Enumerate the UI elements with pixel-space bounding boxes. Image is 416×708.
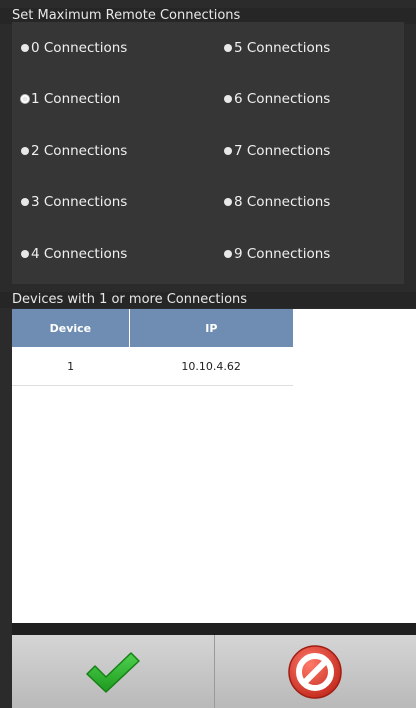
radio-3-connections[interactable]: 3 Connections <box>12 177 212 229</box>
radio-9-connections[interactable]: 9 Connections <box>215 228 415 280</box>
radio-8-connections[interactable]: 8 Connections <box>215 177 415 229</box>
radio-dot-icon <box>224 198 232 207</box>
radio-6-connections[interactable]: 6 Connections <box>215 74 415 126</box>
radio-column-right: 5 Connections 6 Connections 7 Connection… <box>215 22 415 280</box>
radio-label: 8 Connections <box>234 194 331 211</box>
checkmark-icon <box>86 651 140 693</box>
radio-dot-icon <box>21 146 29 155</box>
connections-radio-group: 0 Connections 1 Connection 2 Connections… <box>12 22 404 284</box>
table-header-row: Device IP <box>12 309 293 347</box>
radio-5-connections[interactable]: 5 Connections <box>215 22 415 74</box>
radio-label: 3 Connections <box>31 194 128 211</box>
column-header-device[interactable]: Device <box>12 309 130 347</box>
radio-dot-selected-icon <box>21 95 29 104</box>
radio-dot-icon <box>224 146 232 155</box>
radio-label: 2 Connections <box>31 142 128 159</box>
confirm-button[interactable] <box>12 635 214 708</box>
radio-label: 9 Connections <box>234 245 331 262</box>
ip-cell: 10.10.4.62 <box>129 347 293 386</box>
radio-label: 7 Connections <box>234 142 331 159</box>
devices-table-area: Device IP 1 10.10.4.62 <box>12 309 416 623</box>
radio-label: 5 Connections <box>234 39 331 56</box>
radio-dot-icon <box>224 249 232 258</box>
devices-section-title: Devices with 1 or more Connections <box>0 292 416 308</box>
radio-4-connections[interactable]: 4 Connections <box>12 228 212 280</box>
action-button-bar <box>12 635 416 708</box>
no-entry-icon <box>288 644 342 699</box>
radio-0-connections[interactable]: 0 Connections <box>12 22 212 74</box>
radio-dot-icon <box>224 95 232 104</box>
radio-column-left: 0 Connections 1 Connection 2 Connections… <box>12 22 212 280</box>
device-cell: 1 <box>12 347 130 386</box>
radio-label: 1 Connection <box>31 91 121 108</box>
radio-dot-icon <box>224 43 232 52</box>
radio-dot-icon <box>21 43 29 52</box>
radio-label: 0 Connections <box>31 39 128 56</box>
radio-label: 4 Connections <box>31 245 128 262</box>
radio-1-connection[interactable]: 1 Connection <box>12 74 212 126</box>
column-header-ip[interactable]: IP <box>129 309 293 347</box>
table-row[interactable]: 1 10.10.4.62 <box>12 347 293 386</box>
divider-band <box>12 623 416 635</box>
radio-dot-icon <box>21 249 29 258</box>
radio-label: 6 Connections <box>234 91 331 108</box>
radio-7-connections[interactable]: 7 Connections <box>215 125 415 177</box>
devices-table: Device IP 1 10.10.4.62 <box>12 309 293 386</box>
cancel-button[interactable] <box>213 635 416 708</box>
radio-2-connections[interactable]: 2 Connections <box>12 125 212 177</box>
radio-dot-icon <box>21 198 29 207</box>
